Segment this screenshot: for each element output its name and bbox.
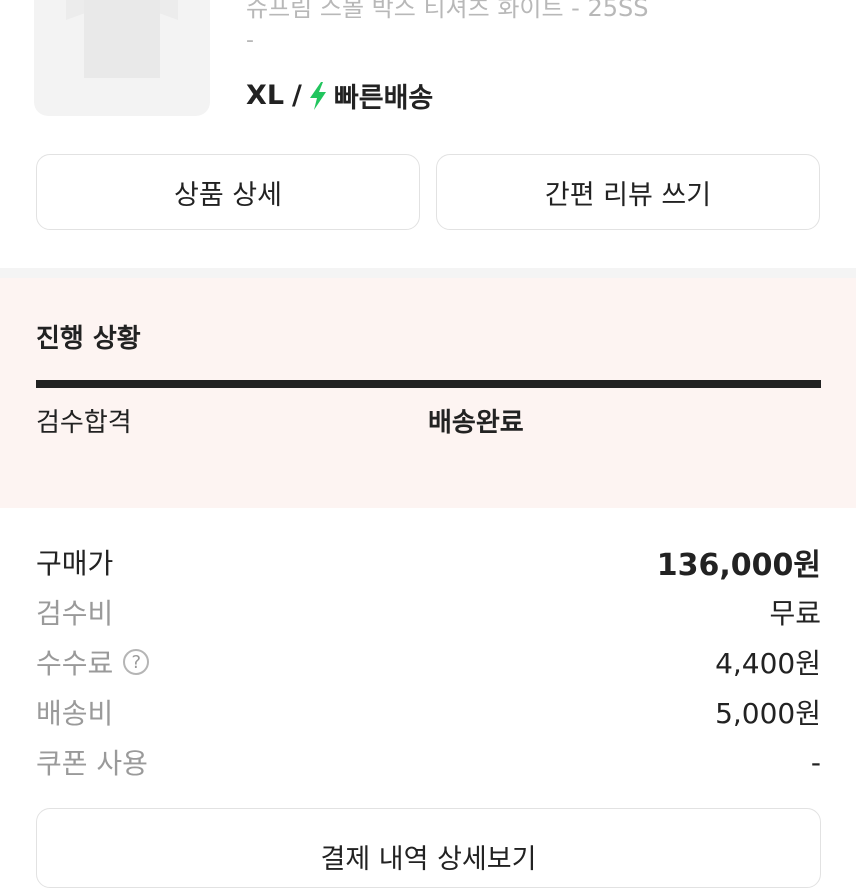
help-icon[interactable]: ? bbox=[123, 649, 150, 675]
price-label: 구매가 bbox=[36, 547, 114, 580]
progress-step-delivered: 배송완료 bbox=[428, 408, 524, 438]
section-divider bbox=[0, 268, 856, 278]
progress-section bbox=[0, 278, 856, 508]
product-subtitle: - bbox=[246, 28, 254, 53]
product-detail-button[interactable]: 상품 상세 bbox=[36, 154, 420, 230]
payment-detail-button[interactable]: 결제 내역 상세보기 bbox=[36, 808, 821, 888]
size-label: XL bbox=[246, 80, 285, 111]
price-value: - bbox=[810, 745, 821, 779]
product-name: 슈프림 스몰 박스 티셔츠 화이트 - 25SS bbox=[246, 0, 649, 22]
shirt-image bbox=[84, 0, 160, 78]
price-value: 136,000원 bbox=[656, 548, 821, 583]
fast-shipping-label: 빠른배송 bbox=[333, 83, 434, 114]
progress-title: 진행 상황 bbox=[36, 324, 141, 354]
progress-bar bbox=[36, 380, 821, 388]
price-label: 검수비 bbox=[36, 597, 114, 630]
product-thumbnail[interactable] bbox=[34, 0, 210, 116]
price-row-purchase: 구매가 136,000원 bbox=[36, 542, 821, 583]
price-value: 4,400원 bbox=[715, 647, 821, 680]
write-review-button[interactable]: 간편 리뷰 쓰기 bbox=[436, 154, 820, 230]
price-row-commission: 수수료 ? 4,400원 bbox=[36, 642, 821, 682]
price-label: 수수료 bbox=[36, 647, 114, 680]
product-option: XL / 빠른배송 bbox=[246, 76, 433, 115]
price-label-wrap: 수수료 ? bbox=[36, 642, 150, 682]
price-label: 쿠폰 사용 bbox=[36, 747, 148, 780]
lightning-icon bbox=[309, 81, 326, 110]
price-label: 배송비 bbox=[36, 697, 114, 730]
price-row-inspection-fee: 검수비 무료 bbox=[36, 592, 821, 632]
price-row-shipping-fee: 배송비 5,000원 bbox=[36, 692, 821, 732]
price-value: 5,000원 bbox=[715, 697, 821, 730]
option-separator: / bbox=[292, 80, 302, 111]
price-row-coupon: 쿠폰 사용 - bbox=[36, 742, 821, 782]
progress-step-inspection-passed: 검수합격 bbox=[36, 408, 132, 438]
price-value: 무료 bbox=[769, 597, 821, 630]
